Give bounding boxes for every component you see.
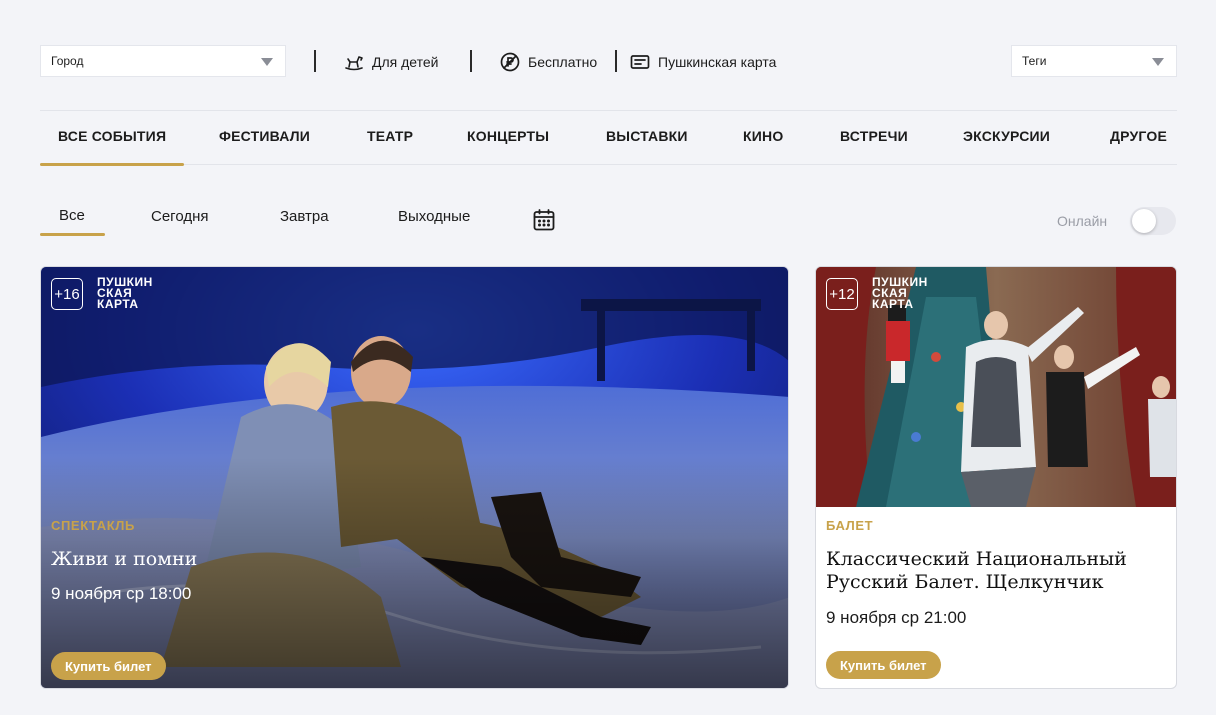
date-filter-tomorrow[interactable]: Завтра xyxy=(280,208,329,225)
tab-other[interactable]: ДРУГОЕ xyxy=(1110,128,1167,144)
toggle-knob xyxy=(1132,209,1156,233)
tab-all-events[interactable]: ВСЕ СОБЫТИЯ xyxy=(58,128,166,144)
card-icon xyxy=(630,52,650,72)
chevron-down-icon xyxy=(261,58,273,66)
tab-exhibitions[interactable]: ВЫСТАВКИ xyxy=(606,128,688,144)
tab-theatre[interactable]: ТЕАТР xyxy=(367,128,413,144)
tab-festivals[interactable]: ФЕСТИВАЛИ xyxy=(219,128,310,144)
kids-filter-label: Для детей xyxy=(372,54,439,70)
event-image xyxy=(41,267,788,688)
kids-filter[interactable]: Для детей xyxy=(344,50,438,74)
divider xyxy=(40,164,1177,165)
tab-excursions[interactable]: ЭКСКУРСИИ xyxy=(963,128,1050,144)
date-filter-weekend[interactable]: Выходные xyxy=(398,208,470,225)
rocking-horse-icon xyxy=(344,52,364,72)
city-select[interactable]: Город xyxy=(40,45,286,77)
pushkin-card-badge: ПУШКИН СКАЯ КАРТА xyxy=(97,275,153,311)
event-genre: СПЕКТАКЛЬ xyxy=(51,518,135,533)
buy-ticket-button[interactable]: Купить билет xyxy=(51,652,166,680)
event-genre: БАЛЕТ xyxy=(826,518,874,533)
pushkin-card-badge: ПУШКИН СКАЯ КАРТА xyxy=(872,275,928,311)
tags-select[interactable]: Теги xyxy=(1011,45,1177,77)
event-date: 9 ноября ср 21:00 xyxy=(826,608,967,627)
age-rating-badge: +16 xyxy=(51,278,83,310)
age-rating-badge: +12 xyxy=(826,278,858,310)
active-tab-indicator xyxy=(40,163,184,166)
chevron-down-icon xyxy=(1152,58,1164,66)
tab-cinema[interactable]: КИНО xyxy=(743,128,783,144)
event-image xyxy=(816,267,1176,507)
date-filter-today[interactable]: Сегодня xyxy=(151,208,209,225)
pushkin-card-filter[interactable]: Пушкинская карта xyxy=(630,50,776,74)
tab-concerts[interactable]: КОНЦЕРТЫ xyxy=(467,128,549,144)
event-card[interactable]: +12 ПУШКИН СКАЯ КАРТА БАЛЕТ Классический… xyxy=(815,266,1177,689)
pushkin-card-filter-label: Пушкинская карта xyxy=(658,54,777,70)
date-filter-all[interactable]: Все xyxy=(59,207,85,224)
divider xyxy=(615,50,617,72)
active-date-indicator xyxy=(40,233,105,236)
no-ruble-icon xyxy=(500,52,520,72)
free-filter[interactable]: Бесплатно xyxy=(500,50,597,74)
online-label: Онлайн xyxy=(1057,213,1108,229)
event-date: 9 ноября ср 18:00 xyxy=(51,584,192,603)
event-card[interactable]: +16 ПУШКИН СКАЯ КАРТА СПЕКТАКЛЬ Живи и п… xyxy=(40,266,789,689)
free-filter-label: Бесплатно xyxy=(528,54,598,70)
online-toggle[interactable] xyxy=(1130,207,1176,235)
event-title[interactable]: Классический Национальный Русский Балет.… xyxy=(826,548,1156,594)
city-select-label: Город xyxy=(51,54,84,68)
divider xyxy=(470,50,472,72)
event-title[interactable]: Живи и помни xyxy=(51,548,197,571)
calendar-icon[interactable] xyxy=(532,208,556,232)
divider xyxy=(40,110,1177,111)
divider xyxy=(314,50,316,72)
tab-meetings[interactable]: ВСТРЕЧИ xyxy=(840,128,908,144)
tags-select-label: Теги xyxy=(1022,54,1047,68)
buy-ticket-button[interactable]: Купить билет xyxy=(826,651,941,679)
